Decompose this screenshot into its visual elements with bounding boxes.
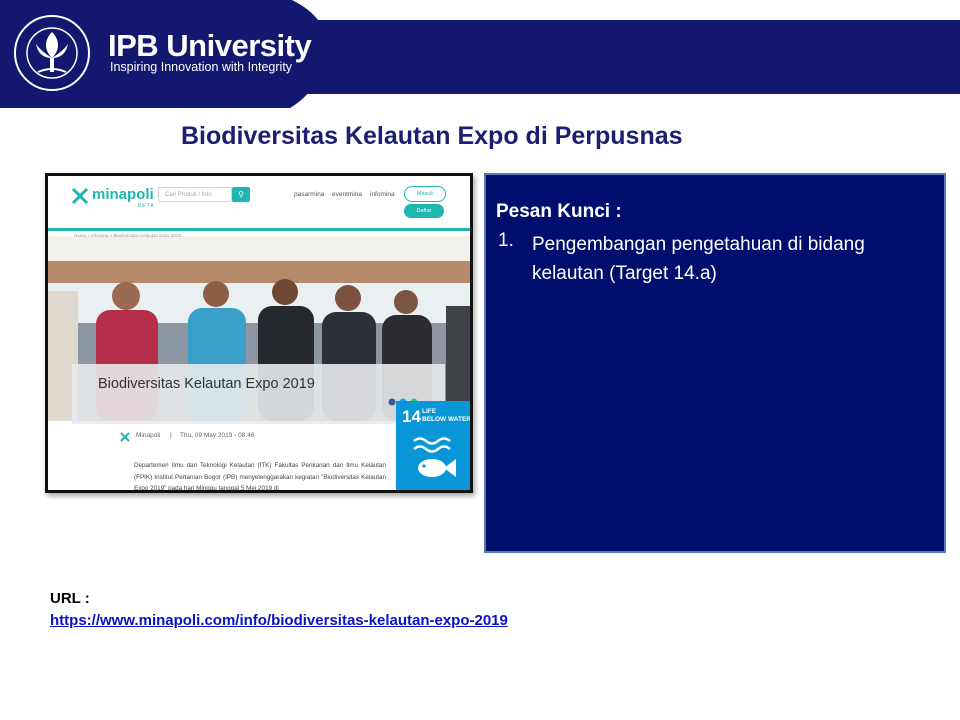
teal-divider xyxy=(48,228,470,231)
search-input: Cari Produk / Info xyxy=(158,187,232,202)
source-url-link[interactable]: https://www.minapoli.com/info/biodiversi… xyxy=(50,612,508,629)
key-message-number: 1. xyxy=(498,230,514,251)
breadcrumb: Home > Infomina > Biodiversitas Kelautan… xyxy=(74,233,181,238)
header-band xyxy=(300,20,960,94)
sdg-label-line2: BELOW WATER xyxy=(422,416,471,423)
site-logo: minapoli xyxy=(92,186,154,203)
search-icon: ⚲ xyxy=(232,187,250,202)
article-title: Biodiversitas Kelautan Expo 2019 xyxy=(98,376,315,392)
sdg-number: 14 xyxy=(402,407,421,426)
nav-infomina: infomina xyxy=(370,191,395,198)
minapoli-logo-icon xyxy=(71,187,89,205)
sdg-label-line1: LIFE xyxy=(422,408,437,415)
nav-pasarmina: pasarmina xyxy=(294,191,325,198)
article-date: Thu, 09 May 2019 - 08:46 xyxy=(180,432,255,439)
article-author: Minapoli xyxy=(136,432,161,439)
fish-water-icon xyxy=(413,437,456,477)
key-message-heading: Pesan Kunci : xyxy=(496,201,622,222)
site-topbar xyxy=(48,176,470,230)
brand-title: IPB University xyxy=(108,28,312,63)
nav-eventmina: eventmina xyxy=(332,191,362,198)
key-message-box: Pesan Kunci : 1. Pengembangan pengetahua… xyxy=(484,173,946,553)
sdg-label: LIFE BELOW WATER xyxy=(422,408,471,424)
meta-separator: | xyxy=(170,432,172,439)
key-message-text: Pengembangan pengetahuan di bidang kelau… xyxy=(532,234,865,284)
slide-header: IPB University Inspiring Innovation with… xyxy=(0,0,960,108)
url-label: URL : xyxy=(50,590,90,607)
article-text: Departemen Ilmu dan Teknologi Kelautan (… xyxy=(134,462,386,492)
slide-title: Biodiversitas Kelautan Expo di Perpusnas xyxy=(181,122,683,150)
site-logo-sub: BETA xyxy=(138,203,155,209)
sdg-14-badge: 14 LIFE BELOW WATER xyxy=(396,401,471,490)
author-logo-icon xyxy=(120,432,130,442)
login-button: Masuk xyxy=(404,186,446,202)
register-button: Daftar xyxy=(404,204,444,218)
article-screenshot: minapoli BETA Cari Produk / Info ⚲ pasar… xyxy=(45,173,473,493)
brand-tagline: Inspiring Innovation with Integrity xyxy=(110,60,293,74)
